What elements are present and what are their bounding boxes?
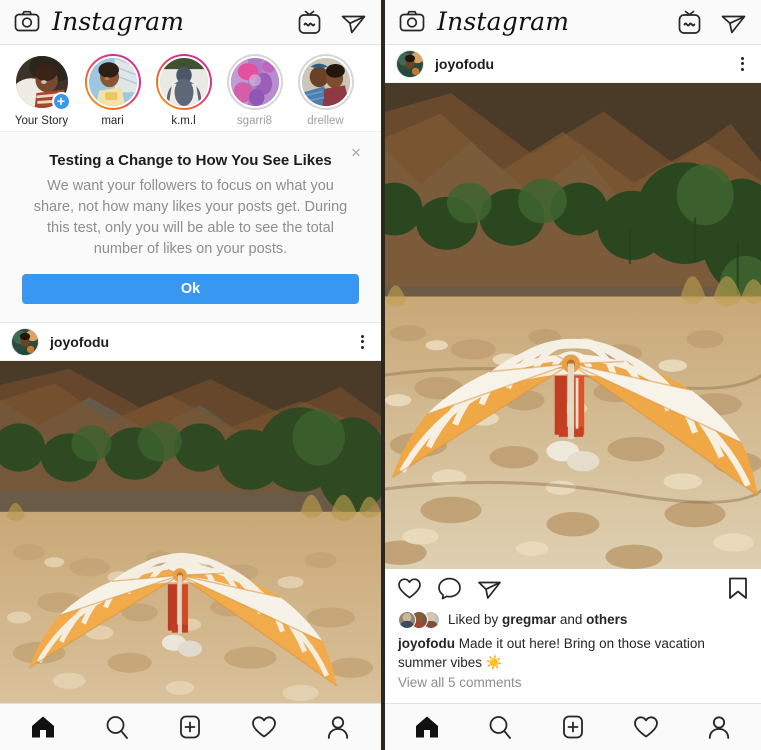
liked-by-username[interactable]: gregmar <box>502 612 556 627</box>
tab-add-post[interactable] <box>177 714 203 740</box>
instagram-wordmark: Instagram <box>437 6 570 36</box>
tab-activity[interactable] <box>633 714 659 740</box>
story-ring: + <box>14 54 71 111</box>
sidebar-item-drellew[interactable]: drellew <box>290 54 361 127</box>
story-ring <box>84 54 141 110</box>
liked-by-row[interactable]: Liked by gregmar and others <box>385 608 761 631</box>
post-photo-left[interactable] <box>0 361 381 703</box>
camera-icon[interactable] <box>399 9 425 35</box>
post-username[interactable]: joyofodu <box>50 334 109 350</box>
story-label: mari <box>101 115 124 127</box>
liked-by-avatars <box>398 610 444 629</box>
story-label: k.m.l <box>171 115 196 127</box>
dialog-title: Testing a Change to How You See Likes <box>49 152 332 169</box>
liked-by-prefix: Liked by <box>448 612 503 628</box>
avatar <box>157 56 210 108</box>
direct-message-icon[interactable] <box>720 9 747 36</box>
post-caption: joyofodu Made it out here! Bring on thos… <box>385 630 761 672</box>
bottom-nav-left[interactable] <box>0 703 381 750</box>
post-actions[interactable] <box>385 568 761 609</box>
post-header-left: joyofodu <box>0 323 381 361</box>
instagram-dual-screenshot: Instagram + Your Story mari k.m.l sgarri… <box>0 0 761 750</box>
app-header-right: Instagram <box>385 0 761 45</box>
igtv-icon[interactable] <box>676 9 703 36</box>
caption-username[interactable]: joyofodu <box>398 636 455 651</box>
story-label: sgarri8 <box>236 115 273 127</box>
bookmark-icon[interactable] <box>727 576 749 601</box>
instagram-wordmark: Instagram <box>52 6 185 36</box>
story-ring <box>226 54 283 110</box>
add-story-badge[interactable]: + <box>51 92 71 111</box>
tab-activity[interactable] <box>251 714 277 740</box>
tab-home[interactable] <box>414 714 440 740</box>
likes-test-dialog: × Testing a Change to How You See Likes … <box>0 132 381 323</box>
story-label: drellew <box>307 115 344 127</box>
sidebar-item-mari[interactable]: mari <box>77 54 148 127</box>
camera-icon[interactable] <box>14 9 40 35</box>
heart-icon[interactable] <box>397 576 422 601</box>
avatar <box>228 56 281 108</box>
dialog-body: We want your followers to focus on what … <box>33 178 348 257</box>
post-username[interactable]: joyofodu <box>435 56 494 72</box>
avatar[interactable] <box>11 327 39 356</box>
sidebar-item-kml[interactable]: k.m.l <box>148 54 219 127</box>
more-options-icon[interactable] <box>354 333 370 351</box>
liked-by-text: Liked by gregmar and others <box>448 612 627 627</box>
share-icon[interactable] <box>477 576 502 601</box>
igtv-icon[interactable] <box>296 9 323 36</box>
post-photo-right[interactable] <box>385 83 761 569</box>
post-header-right: joyofodu <box>385 45 761 83</box>
story-ring <box>297 54 354 110</box>
tab-home[interactable] <box>30 714 56 740</box>
avatar <box>398 610 416 629</box>
left-screen: Instagram + Your Story mari k.m.l sgarri… <box>0 0 381 750</box>
more-options-icon[interactable] <box>734 55 750 73</box>
story-label: Your Story <box>14 115 69 127</box>
sidebar-item-your-story[interactable]: + Your Story <box>6 54 77 127</box>
close-icon[interactable]: × <box>347 144 365 162</box>
tab-profile[interactable] <box>706 714 732 740</box>
avatar <box>86 56 139 108</box>
view-comments-link[interactable]: View all 5 comments <box>385 671 761 690</box>
direct-message-icon[interactable] <box>340 9 367 36</box>
tab-search[interactable] <box>104 714 130 740</box>
tab-search[interactable] <box>487 714 513 740</box>
sidebar-item-sgarri8[interactable]: sgarri8 <box>219 54 290 127</box>
story-ring <box>155 54 212 110</box>
avatar <box>299 56 352 108</box>
bottom-nav-right[interactable] <box>385 703 761 750</box>
avatar[interactable] <box>396 49 424 78</box>
liked-by-others[interactable]: others <box>586 612 627 627</box>
tab-add-post[interactable] <box>560 714 586 740</box>
ok-button[interactable]: Ok <box>22 274 359 304</box>
stories-tray-left[interactable]: + Your Story mari k.m.l sgarri8 drellew <box>0 45 381 132</box>
comment-icon[interactable] <box>437 576 462 601</box>
app-header-left: Instagram <box>0 0 381 45</box>
liked-by-middle: and <box>556 612 587 628</box>
right-screen: Instagram joyofodu Liked by gregmar and … <box>381 0 761 750</box>
tab-profile[interactable] <box>325 714 351 740</box>
